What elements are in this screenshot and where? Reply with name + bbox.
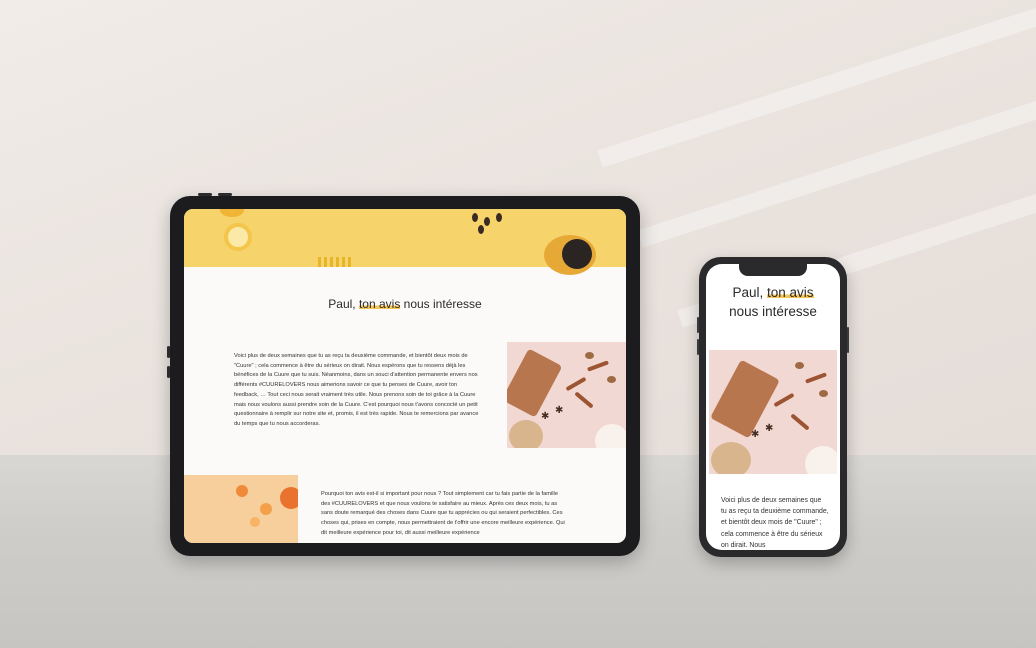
nut-image bbox=[607, 376, 616, 383]
star-anise-image: ✱ bbox=[555, 405, 564, 416]
email-paragraph-1: Voici plus de deux semaines que tu as re… bbox=[234, 353, 479, 427]
cinnamon-stick-image bbox=[773, 392, 795, 408]
hero-banner-image bbox=[184, 209, 626, 275]
fruit-image bbox=[220, 209, 244, 217]
spices-photo: ✱ ✱ bbox=[709, 350, 837, 474]
lemon-slice-image bbox=[224, 223, 252, 251]
tablet-email-screen[interactable]: Paul, ton avis nous intéresse Voici plus… bbox=[184, 209, 626, 543]
orange-image bbox=[260, 503, 272, 515]
tablet-side-button bbox=[167, 366, 170, 378]
star-anise-image: ✱ bbox=[541, 411, 550, 422]
title-highlight: ton avis bbox=[358, 297, 401, 311]
star-anise-image: ✱ bbox=[751, 429, 760, 440]
cup-image bbox=[509, 420, 543, 448]
orange-image bbox=[280, 487, 298, 509]
bowl-content-image bbox=[562, 239, 592, 269]
nut-image bbox=[795, 362, 804, 369]
coffee-bean-image bbox=[472, 213, 478, 222]
title-rest: nous intéresse bbox=[729, 304, 817, 319]
fruits-photo bbox=[184, 475, 298, 543]
email-paragraph-1: Voici plus de deux semaines que tu as re… bbox=[721, 497, 829, 549]
coffee-bean-image bbox=[496, 213, 502, 222]
plate-image bbox=[805, 446, 837, 474]
cinnamon-stick-image bbox=[586, 360, 610, 372]
orange-image bbox=[236, 485, 248, 497]
email-title: Paul, ton avis nous intéresse bbox=[184, 297, 626, 311]
cinnamon-stick-image bbox=[790, 413, 810, 431]
title-rest: nous intéresse bbox=[400, 297, 482, 311]
coffee-bean-image bbox=[478, 225, 484, 234]
cinnamon-stick-image bbox=[804, 372, 828, 384]
nut-image bbox=[585, 352, 594, 359]
cinnamon-stick-image bbox=[574, 391, 594, 409]
phone-email-screen[interactable]: Paul, ton avis nous intéresse ✱ ✱ Voici … bbox=[706, 264, 840, 550]
plate-image bbox=[595, 424, 626, 448]
title-highlight: ton avis bbox=[767, 285, 814, 300]
tablet-top-button bbox=[198, 193, 212, 196]
flowers-image bbox=[318, 257, 354, 267]
phone-side-button bbox=[697, 317, 699, 333]
email-paragraph-2: Pourquoi ton avis est-il si important po… bbox=[321, 491, 565, 536]
title-name: Paul, bbox=[732, 285, 767, 300]
title-name: Paul, bbox=[328, 297, 359, 311]
nut-image bbox=[819, 390, 828, 397]
email-title: Paul, ton avis nous intéresse bbox=[706, 283, 840, 321]
cup-image bbox=[711, 442, 751, 474]
coffee-bean-image bbox=[484, 217, 490, 226]
orange-image bbox=[250, 517, 260, 527]
phone-device: Paul, ton avis nous intéresse ✱ ✱ Voici … bbox=[697, 257, 849, 557]
tablet-side-button bbox=[167, 346, 170, 358]
phone-side-button bbox=[697, 339, 699, 355]
cinnamon-stick-image bbox=[565, 376, 587, 392]
phone-power-button bbox=[847, 327, 849, 353]
phone-notch bbox=[739, 264, 807, 276]
star-anise-image: ✱ bbox=[765, 423, 774, 434]
spices-photo: ✱ ✱ bbox=[507, 342, 626, 448]
tablet-top-button bbox=[218, 193, 232, 196]
tablet-device: Paul, ton avis nous intéresse Voici plus… bbox=[167, 193, 640, 556]
